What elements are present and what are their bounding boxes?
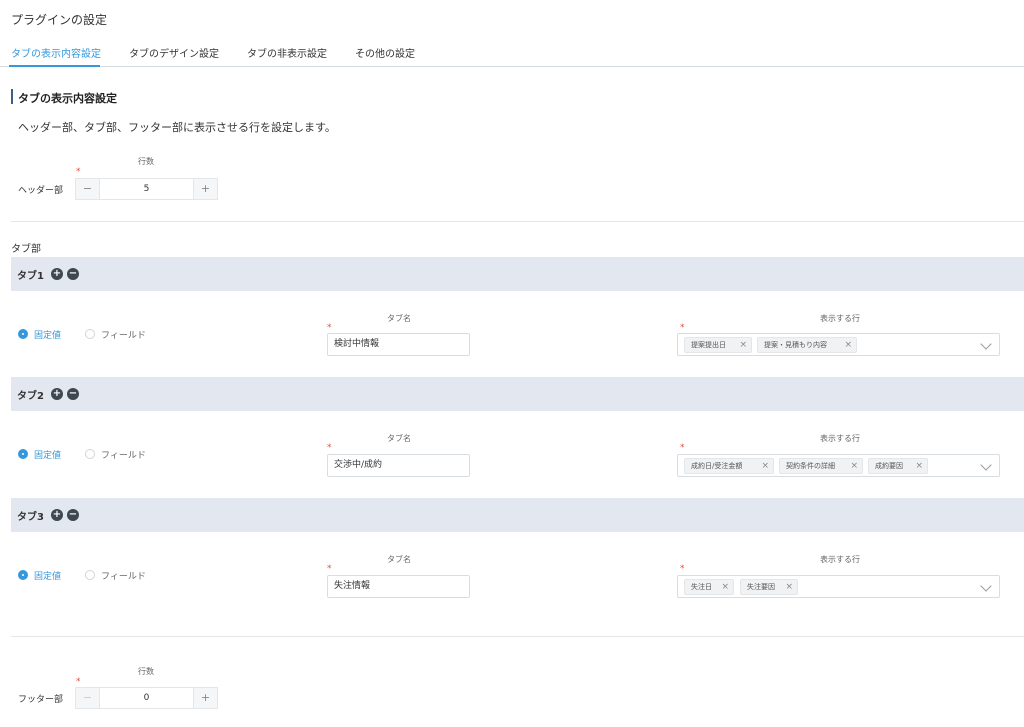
tab2-name-input[interactable]: 交渉中/成約 (327, 454, 470, 477)
chevron-down-icon[interactable] (980, 459, 992, 471)
remove-icon[interactable]: − (67, 509, 79, 521)
add-icon[interactable]: + (51, 268, 63, 280)
rows-label: 表示する行 (820, 434, 860, 443)
footer-row-stepper: − 0 + (75, 687, 218, 709)
row-chip: 失注日 × (684, 579, 734, 595)
section-description: ヘッダー部、タブ部、フッター部に表示させる行を設定します。 (18, 121, 336, 134)
tab2-label: タブ2 (17, 391, 44, 402)
tab-other[interactable]: その他の設定 (355, 45, 415, 60)
row-chip: 成約日/受注金額 × (684, 458, 774, 474)
required-mark: * (680, 443, 685, 453)
required-mark: * (76, 677, 81, 687)
radio-fixed-label: 固定値 (34, 572, 62, 582)
chip-remove-icon[interactable]: × (761, 459, 769, 473)
settings-tabs: タブの表示内容設定 タブのデザイン設定 タブの非表示設定 その他の設定 (0, 40, 1024, 67)
radio-field[interactable] (85, 449, 95, 459)
footer-count-label: 行数 (138, 667, 154, 676)
row-chip: 契約条件の詳細 × (779, 458, 863, 474)
header-part-label: ヘッダー部 (18, 186, 64, 196)
tab3-name-input[interactable]: 失注情報 (327, 575, 470, 598)
radio-field-label: フィールド (101, 451, 146, 461)
tab1-name-input[interactable]: 検討中情報 (327, 333, 470, 356)
radio-field[interactable] (85, 329, 95, 339)
page-title: プラグインの設定 (11, 13, 108, 27)
tab-name-label: タブ名 (387, 555, 411, 564)
active-tab-indicator (9, 65, 100, 67)
footer-part-label: フッター部 (18, 695, 64, 705)
radio-field[interactable] (85, 570, 95, 580)
remove-icon[interactable]: − (67, 388, 79, 400)
tab-display-content[interactable]: タブの表示内容設定 (11, 45, 101, 60)
tab1-rows-select[interactable]: 提案提出日 × 提案・見積もり内容 × (677, 333, 1000, 356)
tab3-label: タブ3 (17, 512, 44, 523)
required-mark: * (327, 564, 332, 574)
tab1-header: タブ1 + − (11, 257, 1024, 291)
radio-fixed-label: 固定値 (34, 331, 62, 341)
chip-remove-icon[interactable]: × (915, 459, 923, 473)
chevron-down-icon[interactable] (980, 580, 992, 592)
decrement-button[interactable]: − (76, 688, 100, 708)
section-title: タブの表示内容設定 (18, 92, 117, 105)
chip-remove-icon[interactable]: × (785, 580, 793, 594)
chip-remove-icon[interactable]: × (739, 338, 747, 352)
row-chip: 提案・見積もり内容 × (757, 337, 857, 353)
remove-icon[interactable]: − (67, 268, 79, 280)
decrement-button[interactable]: − (76, 179, 100, 199)
required-mark: * (327, 323, 332, 333)
required-mark: * (680, 564, 685, 574)
tab2-rows-select[interactable]: 成約日/受注金額 × 契約条件の詳細 × 成約要因 × (677, 454, 1000, 477)
radio-field-label: フィールド (101, 572, 146, 582)
footer-row-count[interactable]: 0 (100, 688, 193, 708)
section-accent-bar (11, 89, 13, 104)
chevron-down-icon[interactable] (980, 338, 992, 350)
row-chip: 提案提出日 × (684, 337, 752, 353)
tab-name-label: タブ名 (387, 314, 411, 323)
header-row-stepper: − 5 + (75, 178, 218, 200)
required-mark: * (327, 443, 332, 453)
header-count-label: 行数 (138, 157, 154, 166)
tab1-label: タブ1 (17, 271, 44, 282)
radio-fixed-label: 固定値 (34, 451, 62, 461)
row-chip: 失注要因 × (740, 579, 798, 595)
required-mark: * (76, 167, 81, 177)
tab2-header: タブ2 + − (11, 377, 1024, 411)
header-row-count[interactable]: 5 (100, 179, 193, 199)
radio-fixed-value[interactable] (18, 329, 28, 339)
required-mark: * (680, 323, 685, 333)
increment-button[interactable]: + (193, 179, 217, 199)
add-icon[interactable]: + (51, 388, 63, 400)
radio-fixed-value[interactable] (18, 570, 28, 580)
radio-fixed-value[interactable] (18, 449, 28, 459)
rows-label: 表示する行 (820, 555, 860, 564)
tab-part-label: タブ部 (11, 244, 41, 255)
chip-remove-icon[interactable]: × (850, 459, 858, 473)
row-chip: 成約要因 × (868, 458, 928, 474)
tab3-rows-select[interactable]: 失注日 × 失注要因 × (677, 575, 1000, 598)
tab-design[interactable]: タブのデザイン設定 (129, 45, 219, 60)
radio-field-label: フィールド (101, 331, 146, 341)
chip-remove-icon[interactable]: × (844, 338, 852, 352)
rows-label: 表示する行 (820, 314, 860, 323)
increment-button[interactable]: + (193, 688, 217, 708)
chip-remove-icon[interactable]: × (721, 580, 729, 594)
tab-name-label: タブ名 (387, 434, 411, 443)
tab-hide[interactable]: タブの非表示設定 (247, 45, 327, 60)
divider (11, 636, 1024, 637)
divider (11, 221, 1024, 222)
tab3-header: タブ3 + − (11, 498, 1024, 532)
add-icon[interactable]: + (51, 509, 63, 521)
